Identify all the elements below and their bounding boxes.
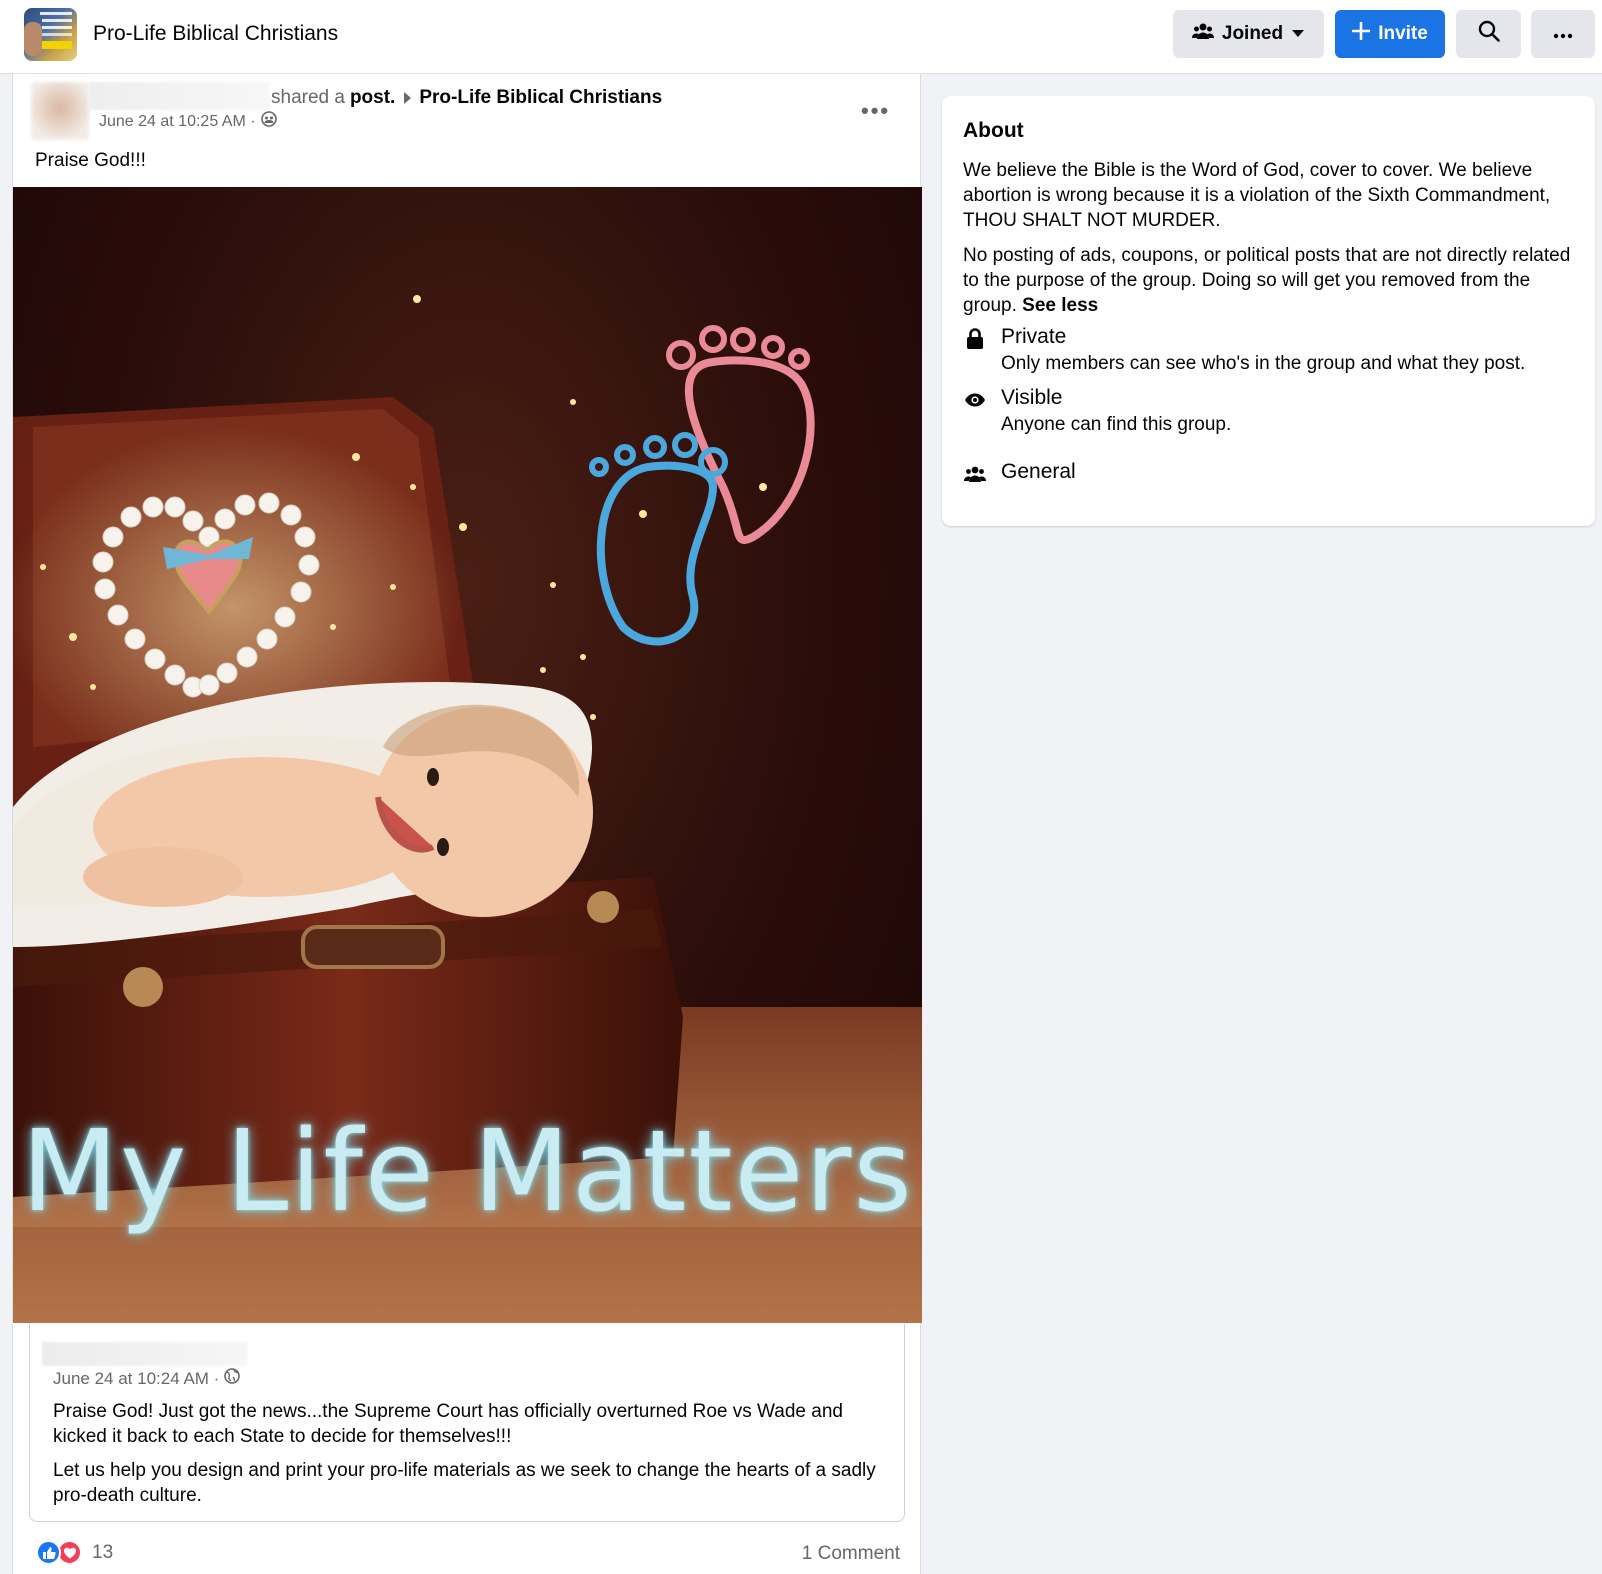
caret-right-icon <box>404 92 412 104</box>
shared-line: shared a post. Pro-Life Biblical Christi… <box>271 87 662 109</box>
about-title: About <box>963 119 1024 142</box>
globe-icon <box>224 1368 241 1389</box>
group-members-icon <box>260 111 277 132</box>
invite-label: Invite <box>1378 23 1428 44</box>
joined-label: Joined <box>1221 23 1284 44</box>
reaction-count: 13 <box>92 1541 114 1563</box>
original-paragraph-2: Let us help you design and print your pr… <box>53 1460 876 1506</box>
category-general-row: General <box>963 460 1076 486</box>
post-image[interactable]: My Life Matters <box>13 187 922 1323</box>
eye-icon <box>963 388 987 412</box>
private-title: Private <box>1001 325 1067 348</box>
caret-down-icon <box>1291 23 1305 45</box>
author-avatar[interactable] <box>31 82 89 140</box>
plus-icon <box>1351 21 1371 46</box>
post-link[interactable]: post. <box>350 87 395 109</box>
reactions-summary[interactable]: 13 <box>36 1540 113 1565</box>
post-more-icon[interactable]: ••• <box>861 98 890 124</box>
about-description-1: We believe the Bible is the Word of God,… <box>963 160 1551 231</box>
people-icon <box>963 462 987 486</box>
group-joined-icon <box>1191 21 1214 47</box>
original-timestamp[interactable]: June 24 at 10:24 AM · <box>53 1368 241 1389</box>
visible-title: Visible <box>1001 386 1063 409</box>
post-card: shared a post. Pro-Life Biblical Christi… <box>12 74 922 1574</box>
more-options-button[interactable] <box>1531 10 1595 58</box>
author-name-redacted <box>89 82 270 110</box>
about-description-2: No posting of ads, coupons, or political… <box>963 243 1578 318</box>
see-less-link[interactable]: See less <box>1022 295 1098 316</box>
comments-count-link[interactable]: 1 Comment <box>802 1543 900 1565</box>
visible-description: Anyone can find this group. <box>1001 414 1232 435</box>
privacy-private-row: Private Only members can see who's in th… <box>963 325 1525 375</box>
general-title: General <box>1001 460 1076 483</box>
post-timestamp[interactable]: June 24 at 10:25 AM · <box>99 111 277 132</box>
about-card: About We believe the Bible is the Word o… <box>942 96 1595 526</box>
private-description: Only members can see who's in the group … <box>1001 353 1526 374</box>
visibility-row: Visible Anyone can find this group. <box>963 386 1231 436</box>
search-icon <box>1478 20 1500 48</box>
group-name[interactable]: Pro-Life Biblical Christians <box>93 22 338 46</box>
post-timestamp-text: June 24 at 10:25 AM · <box>99 112 256 130</box>
like-icon <box>36 1540 61 1565</box>
post-text: Praise God!!! <box>35 150 146 171</box>
shared-text: shared a <box>271 87 345 108</box>
search-button[interactable] <box>1456 10 1521 58</box>
lock-icon <box>963 327 987 351</box>
group-link[interactable]: Pro-Life Biblical Christians <box>419 87 662 109</box>
invite-button[interactable]: Invite <box>1335 10 1445 58</box>
group-cover-thumbnail[interactable] <box>24 8 77 61</box>
original-paragraph-1: Praise God! Just got the news...the Supr… <box>53 1401 843 1447</box>
joined-button[interactable]: Joined <box>1173 10 1324 58</box>
original-author-redacted <box>42 1342 247 1366</box>
original-timestamp-text: June 24 at 10:24 AM · <box>53 1368 220 1388</box>
image-caption: My Life Matters <box>21 1107 914 1237</box>
more-icon <box>1553 23 1573 45</box>
shared-original-post[interactable]: June 24 at 10:24 AM · Praise God! Just g… <box>29 1324 905 1522</box>
group-header: Pro-Life Biblical Christians Joined Invi… <box>0 0 1602 74</box>
